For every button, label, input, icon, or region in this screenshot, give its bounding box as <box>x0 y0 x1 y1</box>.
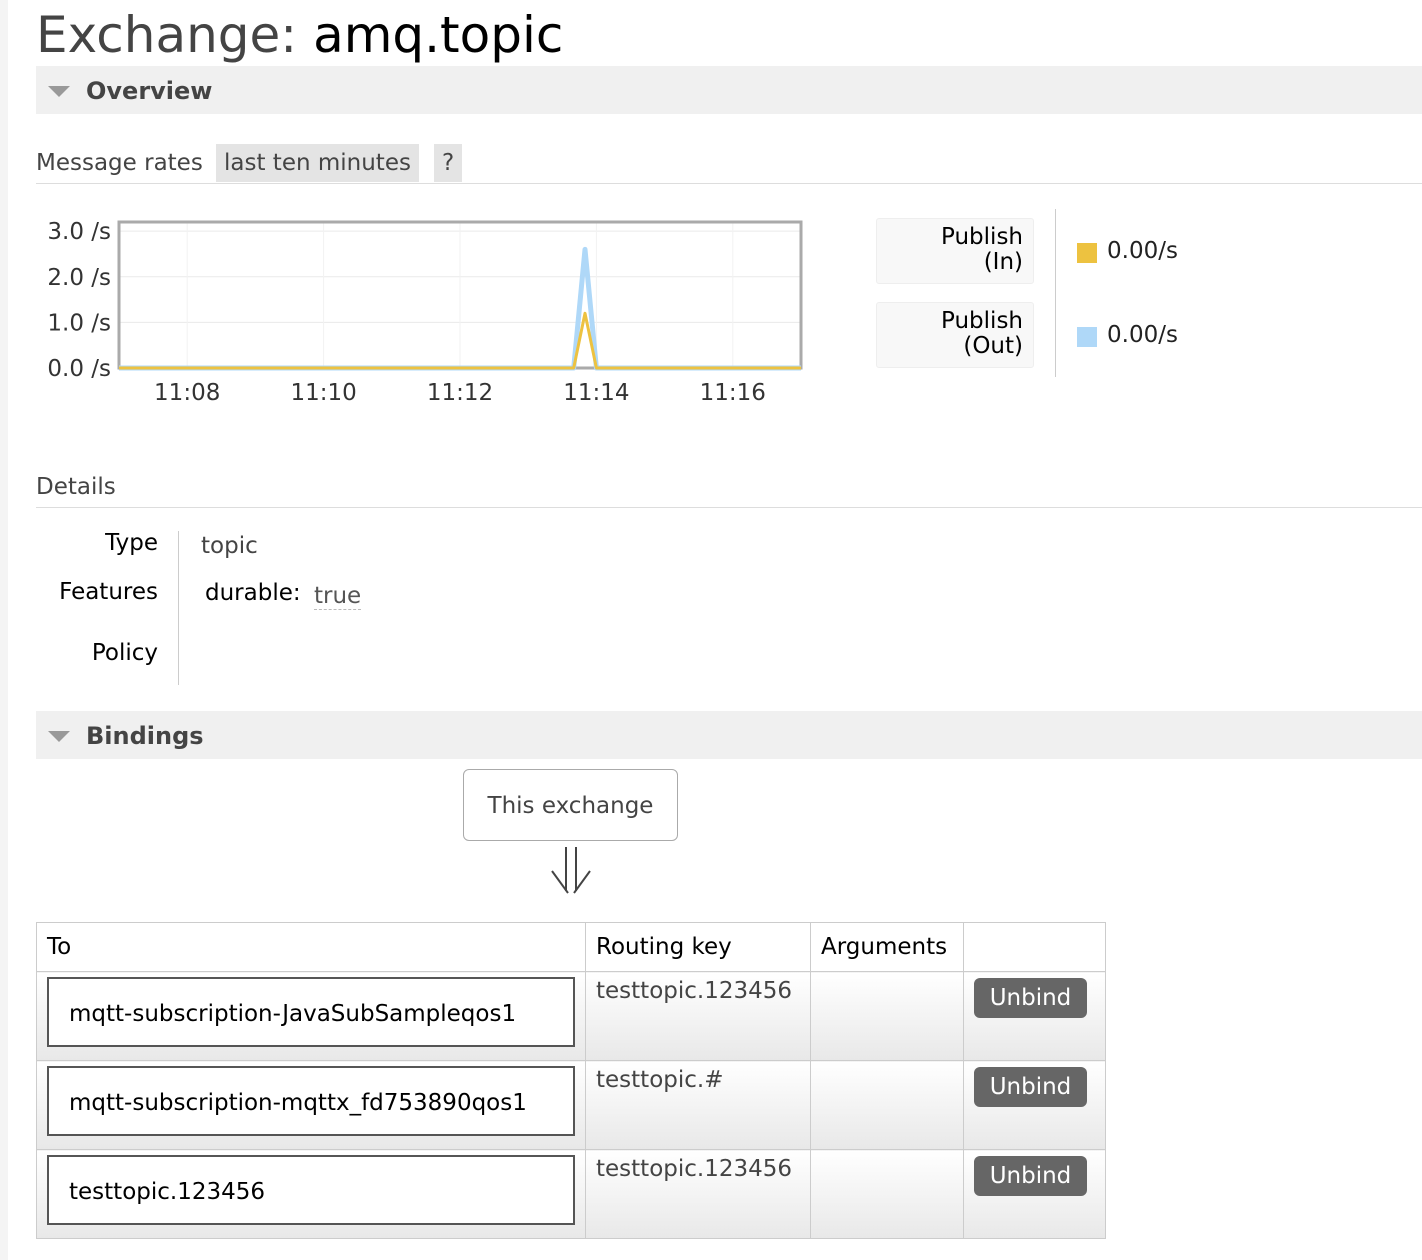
column-header-arguments: Arguments <box>810 922 964 972</box>
bindings-header-row: To Routing key Arguments <box>36 922 1106 972</box>
unbind-button[interactable]: Unbind <box>974 1067 1087 1107</box>
details-label: Details <box>36 474 116 500</box>
legend-publish-in-button[interactable]: Publish (In) <box>876 218 1034 284</box>
page-gutter <box>0 0 8 1260</box>
arguments-cell <box>810 1149 964 1239</box>
double-down-arrow-icon <box>551 847 591 894</box>
table-row: mqtt-subscription-mqttx_fd753890qos1 tes… <box>36 1060 1106 1150</box>
help-button[interactable]: ? <box>434 144 463 182</box>
destination-link[interactable]: mqtt-subscription-mqttx_fd753890qos1 <box>47 1066 575 1136</box>
page-title: Exchange: amq.topic <box>36 6 563 64</box>
bindings-header: Bindings <box>86 722 204 750</box>
x-tick-label: 11:12 <box>427 380 493 406</box>
publish-in-swatch <box>1077 243 1097 263</box>
routing-key-value: testtopic.# <box>596 1067 724 1093</box>
policy-label: Policy <box>91 640 158 666</box>
routing-key-value: testtopic.123456 <box>596 978 793 1004</box>
overview-section-toggle[interactable]: Overview <box>36 66 1422 114</box>
feature-durable-key: durable: <box>205 580 301 606</box>
collapse-triangle-icon <box>48 731 70 742</box>
publish-in-rate: 0.00/s <box>1107 238 1178 264</box>
bindings-section-toggle[interactable]: Bindings <box>36 711 1422 759</box>
x-tick-label: 11:10 <box>290 380 356 406</box>
routing-key-cell: testtopic.# <box>585 1060 811 1150</box>
legend-publish-out-label-2: (Out) <box>963 333 1023 359</box>
feature-durable-value: true <box>314 583 362 610</box>
legend-publish-out-button[interactable]: Publish (Out) <box>876 302 1034 368</box>
overview-header: Overview <box>86 77 213 105</box>
bindings-table: To Routing key Arguments mqtt-subscripti… <box>36 922 1106 1239</box>
range-selector-button[interactable]: last ten minutes <box>216 144 419 182</box>
to-cell: mqtt-subscription-JavaSubSampleqos1 <box>36 971 586 1061</box>
legend-divider <box>1055 209 1056 377</box>
collapse-triangle-icon <box>48 86 70 97</box>
actions-cell: Unbind <box>963 1060 1106 1150</box>
type-value: topic <box>201 533 258 559</box>
message-rates-header: Message rates last ten minutes ? <box>36 144 1422 184</box>
arguments-cell <box>810 971 964 1061</box>
routing-key-cell: testtopic.123456 <box>585 1149 811 1239</box>
type-label: Type <box>105 530 158 556</box>
features-label: Features <box>59 579 158 605</box>
this-exchange-box: This exchange <box>463 769 678 841</box>
column-header-actions <box>963 922 1106 972</box>
column-header-routing-key: Routing key <box>585 922 811 972</box>
destination-link[interactable]: testtopic.123456 <box>47 1155 575 1225</box>
publish-out-rate: 0.00/s <box>1107 322 1178 348</box>
page-title-prefix: Exchange: <box>36 6 298 64</box>
publish-out-swatch <box>1077 327 1097 347</box>
exchange-name: amq.topic <box>313 6 564 64</box>
actions-cell: Unbind <box>963 1149 1106 1239</box>
destination-link[interactable]: mqtt-subscription-JavaSubSampleqos1 <box>47 977 575 1047</box>
y-tick-label: 0.0 /s <box>47 356 111 382</box>
table-row: testtopic.123456 testtopic.123456 Unbind <box>36 1149 1106 1239</box>
y-tick-label: 2.0 /s <box>47 265 111 291</box>
arguments-cell <box>810 1060 964 1150</box>
unbind-button[interactable]: Unbind <box>974 1156 1087 1196</box>
actions-cell: Unbind <box>963 971 1106 1061</box>
legend-publish-in-label-1: Publish <box>941 224 1023 250</box>
unbind-button[interactable]: Unbind <box>974 978 1087 1018</box>
table-row: mqtt-subscription-JavaSubSampleqos1 test… <box>36 971 1106 1061</box>
details-header: Details <box>36 472 1422 508</box>
routing-key-cell: testtopic.123456 <box>585 971 811 1061</box>
details-divider <box>178 531 179 685</box>
y-tick-label: 1.0 /s <box>47 310 111 336</box>
y-tick-label: 3.0 /s <box>47 219 111 245</box>
message-rates-chart: 3.0 /s 2.0 /s 1.0 /s 0.0 /s 11:08 11:10 11:12… <box>47 219 803 406</box>
to-cell: mqtt-subscription-mqttx_fd753890qos1 <box>36 1060 586 1150</box>
x-tick-label: 11:16 <box>700 380 766 406</box>
routing-key-value: testtopic.123456 <box>596 1156 793 1182</box>
column-header-to: To <box>36 922 586 972</box>
x-tick-label: 11:08 <box>154 380 220 406</box>
x-tick-label: 11:14 <box>563 380 629 406</box>
message-rates-label: Message rates <box>36 150 203 176</box>
legend-publish-in-label-2: (In) <box>983 249 1023 275</box>
to-cell: testtopic.123456 <box>36 1149 586 1239</box>
legend-publish-out-label-1: Publish <box>941 308 1023 334</box>
